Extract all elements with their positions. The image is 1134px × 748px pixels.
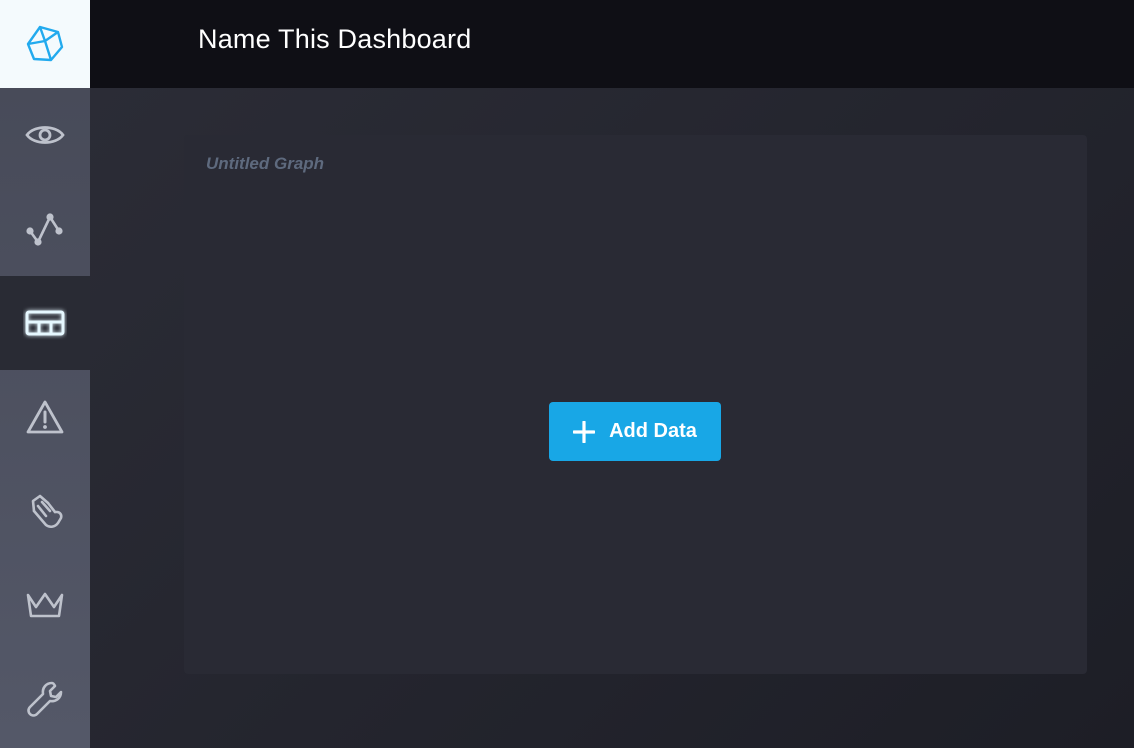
sidebar-item-logs[interactable] [0, 464, 90, 558]
dashboard-area: Untitled Graph Add Data [90, 88, 1134, 748]
plus-icon [573, 420, 596, 443]
alert-triangle-icon [26, 400, 64, 434]
add-data-label: Add Data [609, 420, 697, 442]
sidebar-item-metrics[interactable] [0, 182, 90, 276]
crown-icon [26, 592, 64, 618]
graph-title[interactable]: Untitled Graph [206, 154, 324, 174]
graph-line-icon [26, 213, 63, 246]
logo[interactable] [0, 0, 90, 88]
sidebar [0, 0, 90, 748]
sidebar-item-data-explorer[interactable] [0, 88, 90, 182]
add-data-button[interactable]: Add Data [549, 402, 721, 461]
sidebar-item-config[interactable] [0, 652, 90, 746]
eye-icon [25, 126, 65, 144]
dashboard-name[interactable]: Name This Dashboard [198, 24, 471, 55]
sidebar-item-dashboards[interactable] [0, 276, 90, 370]
wrench-icon [27, 681, 63, 717]
app-root: Name This Dashboard Untitled Graph Add D… [0, 0, 1134, 748]
graph-cell[interactable]: Untitled Graph Add Data [184, 135, 1087, 674]
dashboard-grid-icon [25, 310, 65, 336]
page-header: Name This Dashboard [90, 0, 1134, 88]
sidebar-item-alerts[interactable] [0, 370, 90, 464]
influxdb-cube-logo-icon [26, 25, 64, 62]
log-hand-icon [31, 494, 63, 529]
sidebar-item-admin[interactable] [0, 558, 90, 652]
